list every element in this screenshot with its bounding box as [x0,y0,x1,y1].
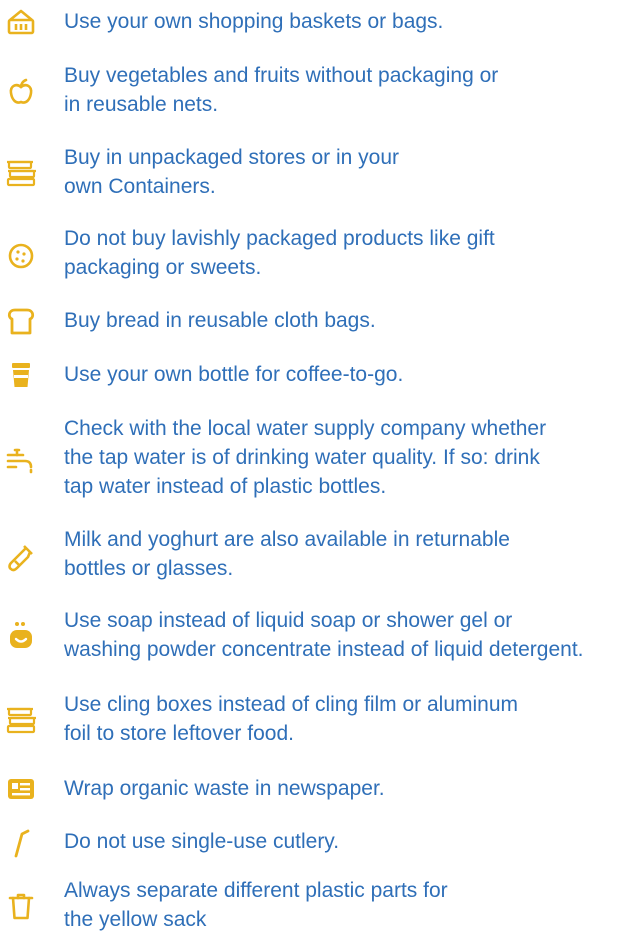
tip-text: Use cling boxes instead of cling film or… [64,693,519,745]
soap-icon [6,621,36,651]
newspaper-icon [6,774,36,804]
tip-text: Do not use single-use cutlery. [64,830,340,853]
tip-text: Wrap organic waste in newspaper. [64,777,385,800]
tips-list: Use your own shopping baskets or bags. B… [0,0,640,935]
tip-text: Check with the local water supply compan… [64,417,547,498]
bread-icon [6,306,36,336]
containers-icon [6,157,36,187]
basket-icon [6,7,36,37]
tip-text: Milk and yoghurt are also available in r… [64,528,510,580]
milk-bottle-icon [6,542,36,572]
tip-text: Buy bread in reusable cloth bags. [64,309,376,332]
cookie-icon [6,241,36,271]
tip-text: Use your own shopping baskets or bags. [64,10,444,33]
tip-text: Do not buy lavishly packaged products li… [64,227,495,279]
tip-text: Use your own bottle for coffee-to-go. [64,363,404,386]
apple-icon [6,77,36,107]
straw-icon [6,828,36,858]
tap-icon [6,444,36,474]
cling-boxes-icon [6,704,36,734]
coffee-cup-icon [6,360,36,390]
trash-bin-icon [6,891,36,921]
tip-text: Always separate different plastic parts … [64,879,448,931]
tip-text: Use soap instead of liquid soap or showe… [64,609,584,661]
tip-text: Buy vegetables and fruits without packag… [64,64,499,116]
tip-text: Buy in unpackaged stores or in your own … [64,146,400,198]
